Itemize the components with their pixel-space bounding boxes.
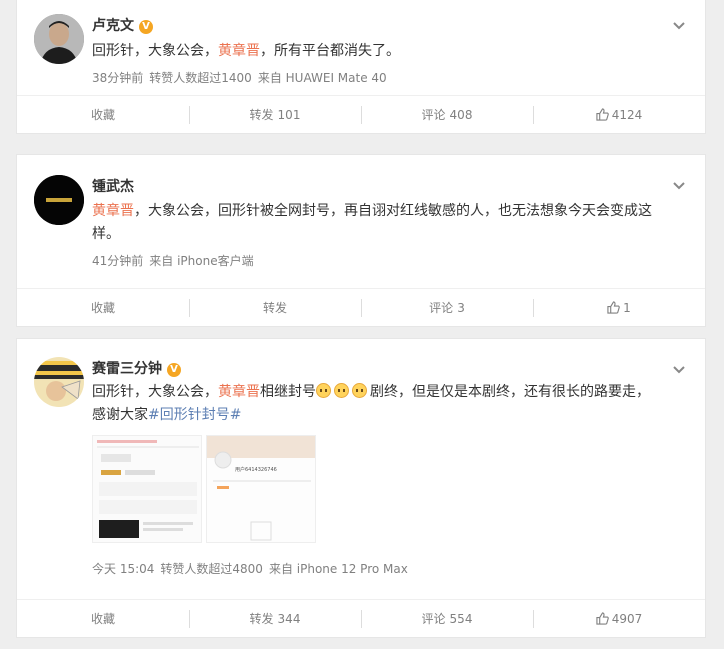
repost-count: 344 (277, 611, 301, 626)
post-text-part: 回形针，大象公会， (92, 384, 218, 400)
post-time[interactable]: 38分钟前 (92, 71, 143, 85)
like-button[interactable]: 4907 (533, 600, 705, 637)
avatar[interactable] (34, 357, 84, 407)
favorite-label: 收藏 (90, 612, 115, 626)
like-icon (596, 108, 609, 121)
repost-button[interactable]: 转发 344 (189, 600, 361, 637)
post-card: 卢克文 V 回形针，大象公会，黄章晋，所有平台都消失了。 38分钟前 转赞人数超过1… (16, 0, 706, 134)
like-count: 4907 (611, 611, 643, 626)
user-name[interactable]: 卢克文 V (92, 15, 153, 35)
action-bar: 收藏 转发 344 评论 554 4907 (17, 599, 705, 637)
like-count: 1 (623, 300, 631, 315)
repost-button[interactable]: 转发 101 (189, 96, 361, 133)
post-time[interactable]: 41分钟前 (92, 254, 143, 268)
repost-label: 转发 (262, 301, 287, 315)
post-text-part: ，所有平台都消失了。 (260, 43, 400, 59)
verified-badge-icon: V (167, 363, 181, 377)
repost-button[interactable]: 转发 (189, 289, 361, 326)
post-card: 赛雷三分钟 V 回形针，大象公会，黄章晋相继封号 剧终，但是仅是本剧终，还有很长的路… (16, 338, 706, 638)
mention-link[interactable]: 黄章晋 (92, 203, 134, 219)
post-image[interactable] (92, 435, 202, 543)
like-button[interactable]: 1 (533, 289, 705, 326)
action-bar: 收藏 转发 101 评论 408 4124 (17, 95, 705, 133)
favorite-button[interactable]: 收藏 (17, 600, 189, 637)
favorite-label: 收藏 (90, 108, 115, 122)
user-name[interactable]: 锺武杰 (92, 176, 134, 196)
comment-label: 评论 (429, 301, 454, 315)
hashtag-link[interactable]: #回形针封号# (148, 407, 241, 423)
chevron-down-icon[interactable] (671, 361, 687, 377)
comment-count: 408 (449, 107, 473, 122)
post-text: 黄章晋，大象公会，回形针被全网封号，再自诩对红线敏感的人，也无法想象今天会变成这… (92, 200, 665, 246)
user-name-text[interactable]: 卢克文 (92, 18, 134, 34)
comment-count: 3 (457, 300, 465, 315)
post-source: 来自 HUAWEI Mate 40 (257, 71, 387, 85)
mention-link[interactable]: 黄章晋 (218, 43, 260, 59)
like-icon (607, 301, 620, 314)
like-count: 4124 (611, 107, 643, 122)
post-image[interactable]: 用户6414326746 (206, 435, 316, 543)
doge-emoji-icon (352, 383, 367, 398)
favorite-button[interactable]: 收藏 (17, 96, 189, 133)
avatar[interactable] (34, 175, 84, 225)
post-text: 回形针，大象公会，黄章晋相继封号 剧终，但是仅是本剧终，还有很长的路要走， 感谢大… (92, 381, 665, 427)
post-text-part: 剧终，但是仅是本剧终，还有很长的路要走， (370, 384, 650, 400)
comment-label: 评论 (421, 108, 446, 122)
doge-emoji-icon (316, 383, 331, 398)
user-name-text[interactable]: 赛雷三分钟 (92, 361, 162, 377)
repost-label: 转发 (249, 108, 274, 122)
comment-button[interactable]: 评论 3 (361, 289, 533, 326)
favorite-label: 收藏 (90, 301, 115, 315)
post-meta: 今天 15:04 转赞人数超过4800 来自 iPhone 12 Pro Max (92, 560, 414, 577)
avatar[interactable] (34, 14, 84, 64)
post-time[interactable]: 今天 15:04 (92, 562, 154, 576)
mention-link[interactable]: 黄章晋 (218, 384, 260, 400)
post-text-part: 感谢大家 (92, 407, 148, 423)
favorite-button[interactable]: 收藏 (17, 289, 189, 326)
like-icon (596, 612, 609, 625)
comment-button[interactable]: 评论 408 (361, 96, 533, 133)
comment-label: 评论 (421, 612, 446, 626)
chevron-down-icon[interactable] (671, 17, 687, 33)
post-text-part: 相继封号 (260, 384, 316, 400)
repost-count: 101 (277, 107, 301, 122)
doge-emoji-icon (334, 383, 349, 398)
action-bar: 收藏 转发 评论 3 1 (17, 288, 705, 326)
comment-count: 554 (449, 611, 473, 626)
reposts-note: 转赞人数超过1400 (149, 71, 252, 85)
post-text: 回形针，大象公会，黄章晋，所有平台都消失了。 (92, 40, 665, 63)
post-source: 来自 iPhone 12 Pro Max (268, 562, 408, 576)
reposts-note: 转赞人数超过4800 (160, 562, 263, 576)
post-text-part: ，大象公会，回形针被全网封号，再自诩对红线敏感的人，也无法想象今天会变成这样。 (92, 203, 652, 242)
user-name[interactable]: 赛雷三分钟 V (92, 358, 181, 378)
repost-label: 转发 (249, 612, 274, 626)
post-meta: 41分钟前 来自 iPhone客户端 (92, 252, 260, 269)
comment-button[interactable]: 评论 554 (361, 600, 533, 637)
chevron-down-icon[interactable] (671, 177, 687, 193)
user-name-text[interactable]: 锺武杰 (92, 179, 134, 195)
post-card: 锺武杰 黄章晋，大象公会，回形针被全网封号，再自诩对红线敏感的人，也无法想象今天… (16, 154, 706, 327)
like-button[interactable]: 4124 (533, 96, 705, 133)
verified-badge-icon: V (139, 20, 153, 34)
post-meta: 38分钟前 转赞人数超过1400 来自 HUAWEI Mate 40 (92, 69, 393, 86)
post-text-part: 回形针，大象公会， (92, 43, 218, 59)
image-user-label: 用户6414326746 (235, 467, 277, 473)
post-source: 来自 iPhone客户端 (149, 254, 254, 268)
